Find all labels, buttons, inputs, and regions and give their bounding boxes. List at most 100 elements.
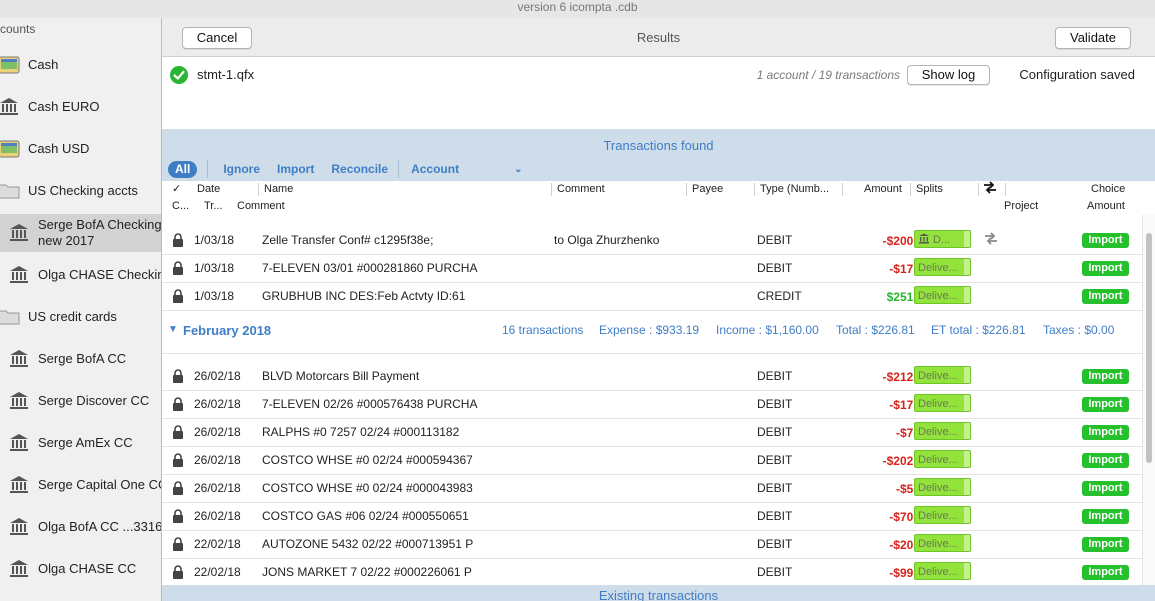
import-button[interactable]: Import — [1082, 453, 1129, 468]
show-log-button[interactable]: Show log — [907, 65, 990, 85]
sidebar-item[interactable]: US credit cards — [0, 298, 170, 336]
import-button[interactable]: Import — [1082, 289, 1129, 304]
row-name: COSTCO GAS #06 02/24 #000550651 — [262, 509, 469, 523]
sidebar-item-label: Serge BofA CC — [38, 351, 127, 366]
import-button[interactable]: Import — [1082, 481, 1129, 496]
bank-icon — [8, 516, 30, 538]
sidebar-item[interactable]: Olga BofA CC ...3316 — [0, 508, 170, 546]
col-comment2[interactable]: Comment — [237, 200, 285, 212]
col-date[interactable]: Date — [197, 183, 220, 195]
col-project[interactable]: Project — [1004, 200, 1038, 212]
split-category[interactable]: Delive... — [914, 422, 971, 440]
filter-all[interactable]: All — [168, 160, 198, 178]
split-category[interactable]: Delive... — [914, 258, 971, 276]
col-amount[interactable]: Amount — [864, 183, 902, 195]
import-button[interactable]: Import — [1082, 565, 1129, 580]
split-category[interactable]: Delive... — [914, 450, 971, 468]
sidebar-item[interactable]: Serge BofA Checking new 2017 — [0, 214, 170, 252]
row-type: DEBIT — [757, 481, 793, 495]
import-button[interactable]: Import — [1082, 537, 1129, 552]
filter-account-dropdown[interactable]: Account ⌄ — [411, 162, 522, 176]
transaction-row[interactable]: 22/02/18 AUTOZONE 5432 02/22 #000713951 P… — [162, 530, 1142, 559]
sidebar-item[interactable]: US Checking accts — [0, 172, 170, 210]
row-name: GRUBHUB INC DES:Feb Actvty ID:61 — [262, 289, 466, 303]
transaction-row[interactable]: 26/02/18 BLVD Motorcars Bill Payment DEBIT… — [162, 362, 1142, 391]
col-type[interactable]: Type (Numb... — [760, 183, 829, 195]
split-category[interactable]: Delive... — [914, 366, 971, 384]
split-category[interactable]: Delive... — [914, 394, 971, 412]
col-choice[interactable]: Choice — [1091, 183, 1125, 195]
col-payee[interactable]: Payee — [692, 183, 723, 195]
transaction-row[interactable]: 1/03/18 7-ELEVEN 03/01 #000281860 PURCHA D… — [162, 254, 1142, 283]
transaction-row[interactable]: 26/02/18 7-ELEVEN 02/26 #000576438 PURCHA… — [162, 390, 1142, 419]
transaction-row[interactable]: 26/02/18 COSTCO WHSE #0 02/24 #000594367 D… — [162, 446, 1142, 475]
sidebar-item-label: Cash — [28, 57, 59, 72]
sidebar-item[interactable]: Olga CitiCredit ...5196 — [0, 592, 170, 601]
col-splits[interactable]: Splits — [916, 183, 943, 195]
transaction-row[interactable]: 26/02/18 COSTCO GAS #06 02/24 #000550651 D… — [162, 502, 1142, 531]
existing-transactions-header: Existing transactions — [162, 585, 1155, 601]
col-check[interactable]: ✓ — [172, 182, 181, 195]
transaction-row[interactable]: 1/03/18 GRUBHUB INC DES:Feb Actvty ID:61 C… — [162, 282, 1142, 311]
vertical-scrollbar[interactable] — [1142, 215, 1155, 585]
transaction-row[interactable]: 26/02/18 COSTCO WHSE #0 02/24 #000043983 D… — [162, 474, 1142, 503]
disclosure-triangle-icon[interactable]: ▼ — [168, 324, 178, 335]
row-name: BLVD Motorcars Bill Payment — [262, 369, 420, 383]
import-button[interactable]: Import — [1082, 425, 1129, 440]
split-category[interactable]: D... — [914, 230, 971, 248]
split-label: D... — [933, 234, 951, 246]
import-button[interactable]: Import — [1082, 369, 1129, 384]
sidebar-item[interactable]: Serge Discover CC — [0, 382, 170, 420]
dialog-toolbar: Cancel Results Validate — [162, 18, 1155, 57]
row-date: 1/03/18 — [194, 289, 235, 303]
sidebar-item-label: Serge Capital One CC — [38, 477, 168, 492]
bank-icon — [8, 432, 30, 454]
filter-ignore[interactable]: Ignore — [223, 162, 260, 176]
scrollbar-thumb[interactable] — [1146, 233, 1152, 463]
col-c[interactable]: C... — [172, 200, 189, 212]
sidebar-item-label: US credit cards — [28, 309, 117, 324]
split-end-cap — [964, 507, 970, 523]
row-date: 26/02/18 — [194, 453, 241, 467]
file-name: stmt-1.qfx — [197, 67, 255, 82]
split-category[interactable]: Delive... — [914, 286, 971, 304]
chevron-down-icon: ⌄ — [514, 163, 523, 175]
sidebar-item[interactable]: Cash USD — [0, 130, 170, 168]
split-category[interactable]: Delive... — [914, 562, 971, 580]
group-total: Total : $226.81 — [836, 323, 915, 337]
import-button[interactable]: Import — [1082, 509, 1129, 524]
sidebar-item[interactable]: Olga CHASE CC — [0, 550, 170, 588]
sidebar-item[interactable]: Serge AmEx CC — [0, 424, 170, 462]
sidebar-item[interactable]: Serge BofA CC — [0, 340, 170, 378]
transaction-row[interactable]: 22/02/18 JONS MARKET 7 02/22 #000226061 P… — [162, 558, 1142, 587]
col-amount2[interactable]: Amount — [1087, 200, 1125, 212]
col-comment[interactable]: Comment — [557, 183, 605, 195]
split-category[interactable]: Delive... — [914, 506, 971, 524]
folder-icon — [0, 306, 20, 328]
import-button[interactable]: Import — [1082, 261, 1129, 276]
row-date: 26/02/18 — [194, 481, 241, 495]
transaction-row[interactable]: 26/02/18 RALPHS #0 7257 02/24 #000113182 D… — [162, 418, 1142, 447]
filter-bar: All Ignore Import Reconcile Account ⌄ — [168, 160, 522, 178]
col-name[interactable]: Name — [264, 183, 293, 195]
sidebar-header: counts — [0, 22, 36, 36]
transfer-arrows-icon[interactable] — [984, 232, 998, 248]
import-button[interactable]: Import — [1082, 397, 1129, 412]
row-date: 1/03/18 — [194, 261, 235, 275]
month-group-header[interactable]: ▼ February 2018 16 transactions Expense … — [162, 312, 1142, 354]
sidebar-item[interactable]: Cash EURO — [0, 88, 170, 126]
split-category[interactable]: Delive... — [914, 534, 971, 552]
col-tr[interactable]: Tr... — [204, 200, 223, 212]
sidebar-item[interactable]: Cash — [0, 46, 170, 84]
filter-import[interactable]: Import — [277, 162, 314, 176]
sidebar-item[interactable]: Serge Capital One CC — [0, 466, 170, 504]
transaction-row[interactable]: 1/03/18 Zelle Transfer Conf# c1295f38e; to… — [162, 226, 1142, 255]
filter-reconcile[interactable]: Reconcile — [331, 162, 388, 176]
split-end-cap — [964, 395, 970, 411]
sidebar-item[interactable]: Olga CHASE Checking — [0, 256, 170, 294]
sidebar-item-label: Olga CHASE CC — [38, 561, 137, 576]
import-button[interactable]: Import — [1082, 233, 1129, 248]
split-category[interactable]: Delive... — [914, 478, 971, 496]
validate-button[interactable]: Validate — [1055, 27, 1131, 49]
row-type: DEBIT — [757, 509, 793, 523]
